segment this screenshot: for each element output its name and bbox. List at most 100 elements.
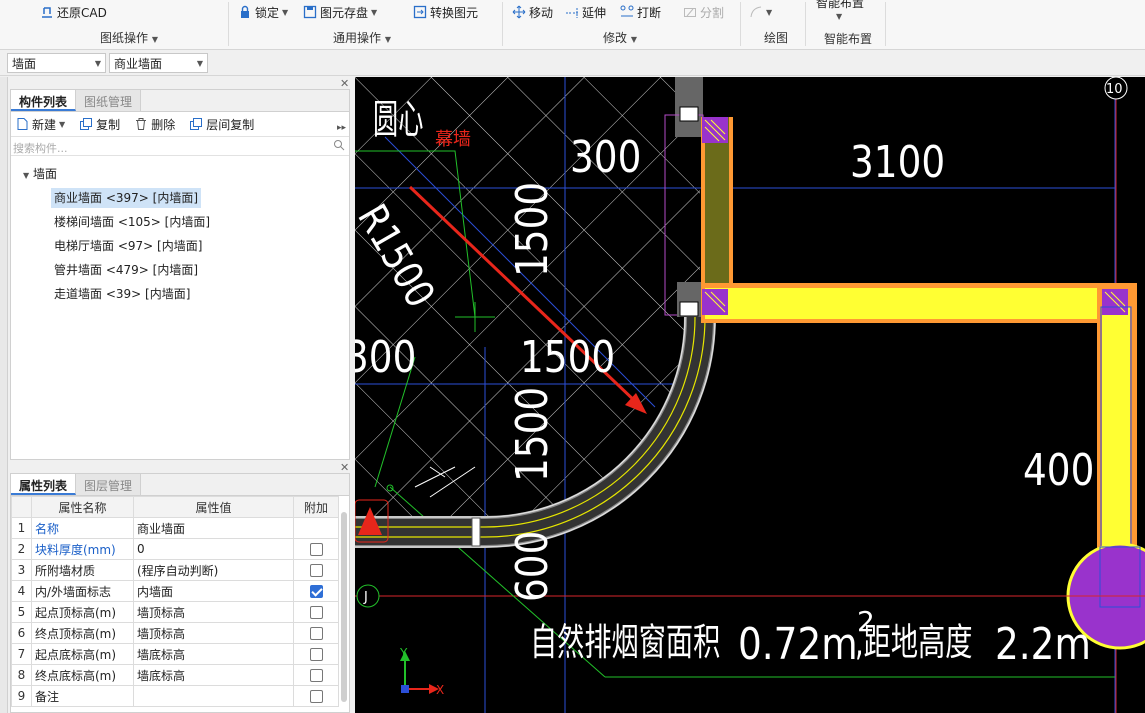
extra-checkbox[interactable] (309, 627, 323, 640)
header-extra: 附加 (293, 496, 339, 518)
cad-drawing-canvas[interactable]: 300 3100 1500 1500 300 1500 400 600 R150… (355, 77, 1145, 713)
tree-root-wall-surface[interactable]: ▼ 墙面 (23, 164, 57, 184)
tab-component-list[interactable]: 构件列表 (11, 90, 77, 111)
extra-checkbox[interactable] (309, 585, 323, 598)
property-value[interactable]: 内墙面 (133, 580, 294, 602)
component-panel-tabs: 构件列表 图纸管理 (11, 90, 349, 112)
tree-item-stairwell-wall[interactable]: 楼梯间墙面 <105> [内墙面] (54, 212, 210, 232)
note-area: 0.72m (738, 618, 858, 670)
split-button[interactable]: 分割 (683, 3, 724, 21)
extra-checkbox[interactable] (309, 669, 323, 682)
convert-element-button[interactable]: 转换图元 (413, 3, 478, 21)
property-value[interactable]: 0 (133, 538, 294, 560)
floor-copy-button[interactable]: 层间复制 (189, 116, 254, 133)
property-extra (293, 664, 339, 686)
ucs-axis-icon: Y X (399, 646, 444, 697)
split-icon (683, 5, 697, 19)
property-name: 备注 (31, 685, 134, 707)
floor-copy-label: 层间复制 (206, 117, 255, 132)
drawing-ops-group-label[interactable]: 图纸操作 ▼ (100, 29, 158, 46)
filter-bar: 墙面 ▼ 商业墙面 ▼ (0, 51, 1145, 76)
caret-down-icon[interactable]: ▼ (836, 12, 842, 21)
arc-icon (749, 5, 763, 19)
extra-checkbox[interactable] (309, 690, 323, 703)
property-extra (293, 601, 339, 623)
draw-arc-button[interactable]: ▼ (749, 3, 772, 21)
property-row[interactable]: 3 所附墙材质 (程序自动判断) (11, 559, 339, 581)
tree-item-commercial-wall[interactable]: 商业墙面 <397> [内墙面] (51, 188, 202, 208)
extend-button[interactable]: 延伸 (565, 3, 606, 21)
property-name: 起点顶标高(m) (31, 601, 134, 623)
break-button[interactable]: 打断 (620, 3, 661, 21)
property-panel-tabs: 属性列表 图层管理 (11, 474, 349, 496)
restore-cad-label: 还原CAD (57, 5, 107, 20)
dim-1500-center: 1500 (520, 331, 615, 383)
property-value[interactable]: (程序自动判断) (133, 559, 294, 581)
floor-copy-icon (189, 117, 203, 131)
tab-layer-management[interactable]: 图层管理 (76, 474, 142, 495)
restore-cad-button[interactable]: 还原CAD (40, 3, 107, 21)
copy-button[interactable]: 复制 (79, 116, 120, 133)
property-row[interactable]: 9 备注 (11, 685, 339, 707)
move-button[interactable]: 移动 (512, 3, 553, 21)
save-element-label: 图元存盘 (320, 5, 369, 20)
smart-layout-group-label: 智能布置 (824, 32, 873, 46)
tree-item-shaft-wall[interactable]: 管井墙面 <479> [内墙面] (54, 260, 198, 280)
property-value[interactable] (133, 685, 294, 707)
property-table: 属性名称 属性值 附加 1 名称 商业墙面 2 块料厚度(mm) 0 3 所附墙材质 (程序自动… (11, 496, 339, 707)
category-select[interactable]: 墙面 ▼ (7, 53, 106, 73)
property-row[interactable]: 1 名称 商业墙面 (11, 517, 339, 539)
dim-1500-vert-bottom: 1500 (506, 387, 558, 482)
extra-checkbox[interactable] (309, 606, 323, 619)
property-row[interactable]: 5 起点顶标高(m) 墙顶标高 (11, 601, 339, 623)
save-element-button[interactable]: 图元存盘 ▼ (303, 3, 377, 21)
smart-layout-button[interactable]: 智能布置 (816, 0, 864, 11)
extra-checkbox[interactable] (309, 648, 323, 661)
row-index: 4 (11, 580, 32, 602)
delete-button[interactable]: 删除 (134, 116, 175, 133)
new-label: 新建 (32, 117, 57, 132)
property-row[interactable]: 4 内/外墙面标志 内墙面 (11, 580, 339, 602)
property-name: 内/外墙面标志 (31, 580, 134, 602)
tab-drawing-management[interactable]: 图纸管理 (76, 90, 142, 111)
item-select[interactable]: 商业墙面 ▼ (109, 53, 208, 73)
property-value[interactable]: 墙顶标高 (133, 622, 294, 644)
lock-button[interactable]: 锁定 ▼ (238, 3, 288, 21)
property-extra (293, 559, 339, 581)
extra-checkbox[interactable] (309, 543, 323, 556)
property-row[interactable]: 7 起点底标高(m) 墙底标高 (11, 643, 339, 665)
property-row[interactable]: 8 终点底标高(m) 墙底标高 (11, 664, 339, 686)
extra-checkbox[interactable] (309, 564, 323, 577)
property-value[interactable]: 商业墙面 (133, 517, 294, 539)
tab-property-list[interactable]: 属性列表 (11, 474, 77, 495)
property-value[interactable]: 墙底标高 (133, 664, 294, 686)
dim-1500-vert-top: 1500 (506, 182, 558, 277)
break-icon (620, 5, 634, 19)
property-value[interactable]: 墙底标高 (133, 643, 294, 665)
break-label: 打断 (637, 5, 662, 20)
close-icon[interactable]: ✕ (340, 461, 349, 474)
tree-item-corridor-wall[interactable]: 走道墙面 <39> [内墙面] (54, 284, 190, 304)
ribbon-toolbar: 还原CAD 图纸操作 ▼ 锁定 ▼ 图元存盘 ▼ 转换图元 通用操作 ▼ 移动 延伸… (0, 0, 1145, 50)
search-icon[interactable] (333, 139, 345, 154)
header-name: 属性名称 (31, 496, 134, 518)
property-row[interactable]: 2 块料厚度(mm) 0 (11, 538, 339, 560)
drawing-ops-text: 图纸操作 (100, 31, 149, 45)
caret-down-icon: ▼ (282, 7, 289, 17)
trash-icon (134, 117, 148, 131)
component-search-input[interactable]: 搜索构件... (11, 136, 349, 156)
ribbon-separator (740, 2, 741, 46)
property-row[interactable]: 6 终点顶标高(m) 墙顶标高 (11, 622, 339, 644)
property-extra (293, 538, 339, 560)
common-ops-group-label[interactable]: 通用操作 ▼ (333, 29, 391, 46)
expand-toolbar-icon[interactable]: ▸▸ (337, 123, 346, 133)
modify-group-label[interactable]: 修改 ▼ (603, 29, 637, 46)
property-value[interactable]: 墙顶标高 (133, 601, 294, 623)
close-icon[interactable]: ✕ (340, 77, 349, 90)
property-scrollbar[interactable] (341, 512, 347, 702)
curtain-wall-label: 幕墙 (435, 129, 471, 150)
property-extra (293, 622, 339, 644)
tree-item-elevator-hall-wall[interactable]: 电梯厅墙面 <97> [内墙面] (54, 236, 202, 256)
new-button[interactable]: 新建 ▼ (15, 116, 65, 133)
tree-expand-icon[interactable]: ▼ (23, 171, 29, 180)
